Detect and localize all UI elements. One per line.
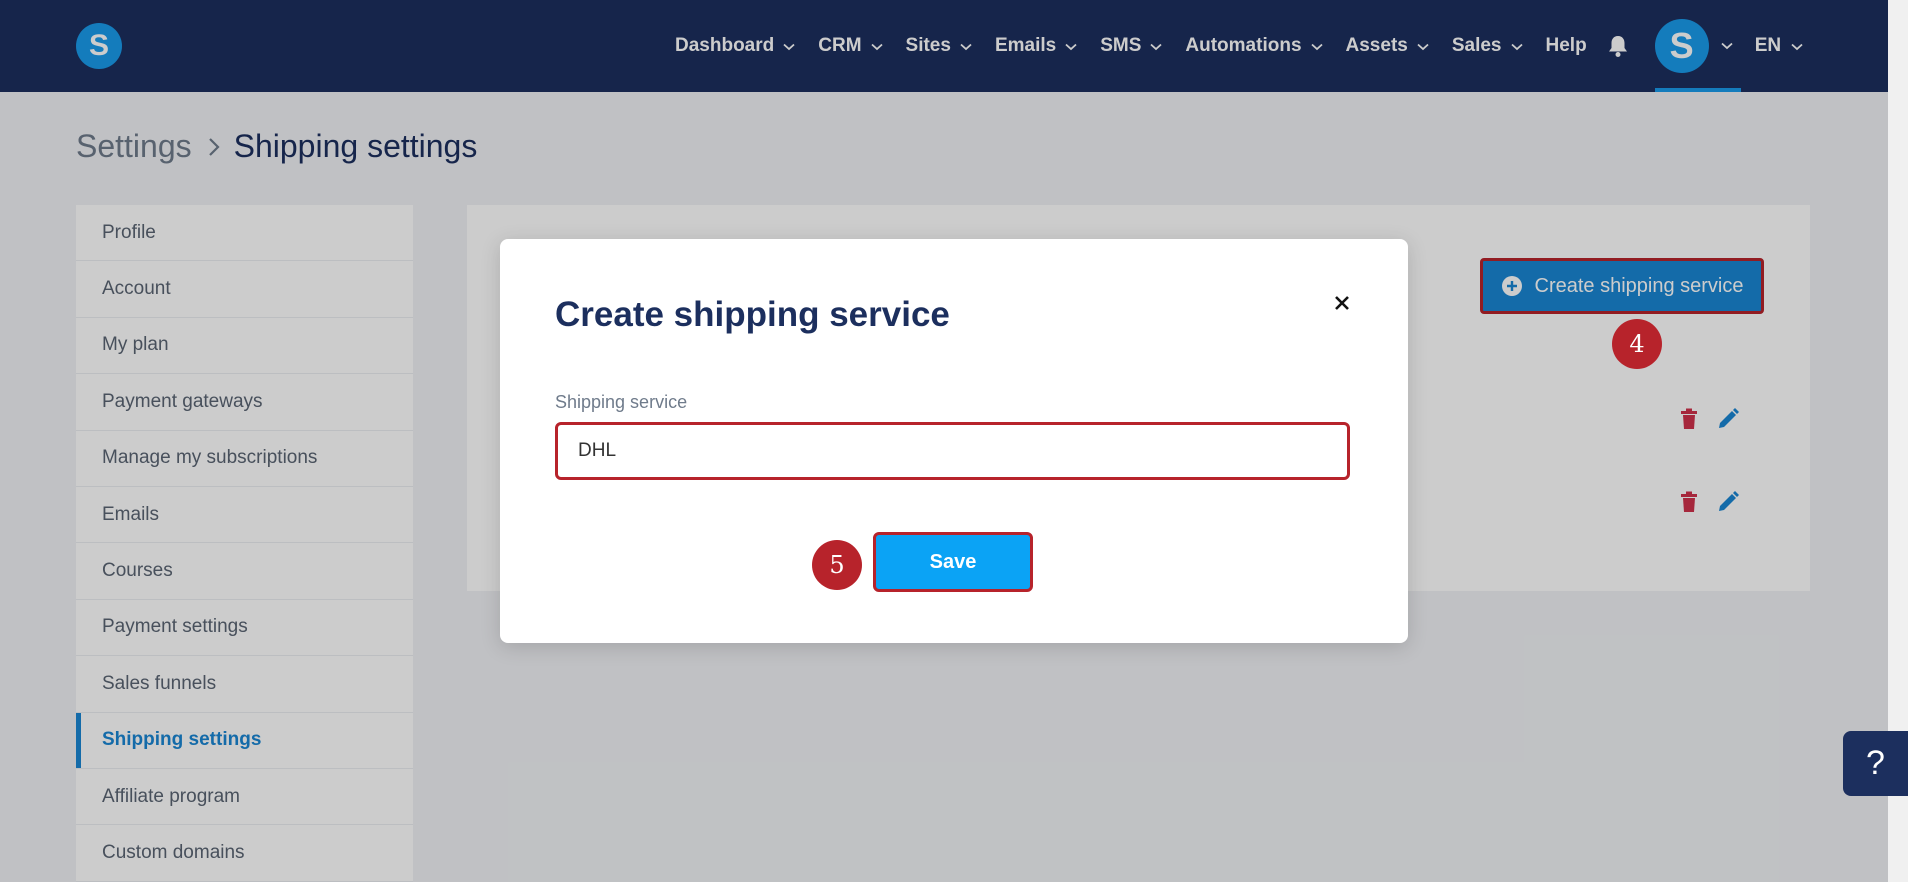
shipping-service-input[interactable] <box>555 422 1350 480</box>
step-badge: 4 <box>1612 319 1662 369</box>
step-badge: 5 <box>812 540 862 590</box>
modal-title: Create shipping service <box>555 295 950 334</box>
shipping-service-label: Shipping service <box>555 392 688 412</box>
close-icon[interactable] <box>1330 291 1354 315</box>
create-shipping-service-modal: Create shipping service Shipping service… <box>500 239 1408 643</box>
help-widget-button[interactable]: ? <box>1843 731 1908 796</box>
save-button[interactable]: Save <box>873 532 1033 592</box>
